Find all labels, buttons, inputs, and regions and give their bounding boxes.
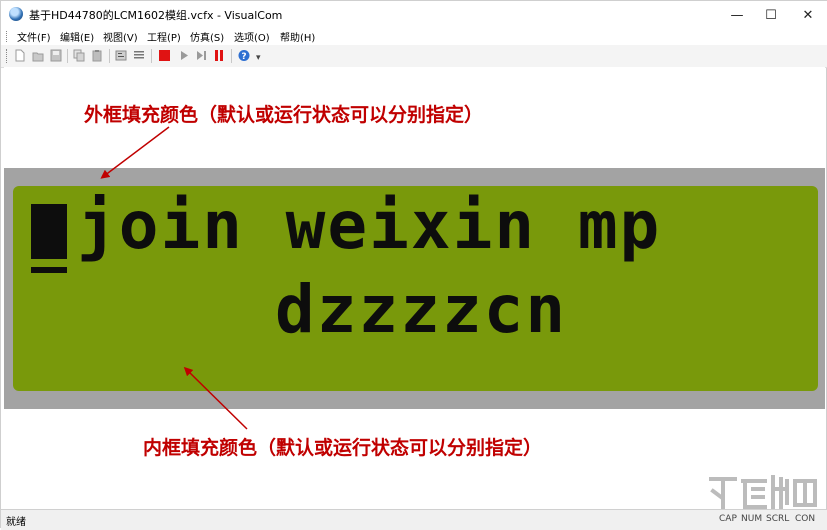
status-con-indicator: CON bbox=[795, 514, 816, 524]
status-scrl-indicator: SCRL bbox=[766, 514, 790, 524]
status-num-indicator: NUM bbox=[741, 514, 763, 524]
annotation-arrows bbox=[100, 126, 248, 430]
app-window: 基于HD44780的LCM1602模组.vcfx - VisualCom — ☐… bbox=[0, 0, 827, 530]
status-text: 就绪 bbox=[6, 517, 26, 528]
inner-frame-arrow bbox=[183, 366, 248, 430]
outer-frame-arrow bbox=[100, 126, 170, 179]
status-cap-indicator: CAP bbox=[719, 514, 737, 524]
site-watermark-logo bbox=[709, 475, 817, 509]
status-bar: 就绪 CAP NUM SCRL CON bbox=[1, 509, 827, 530]
